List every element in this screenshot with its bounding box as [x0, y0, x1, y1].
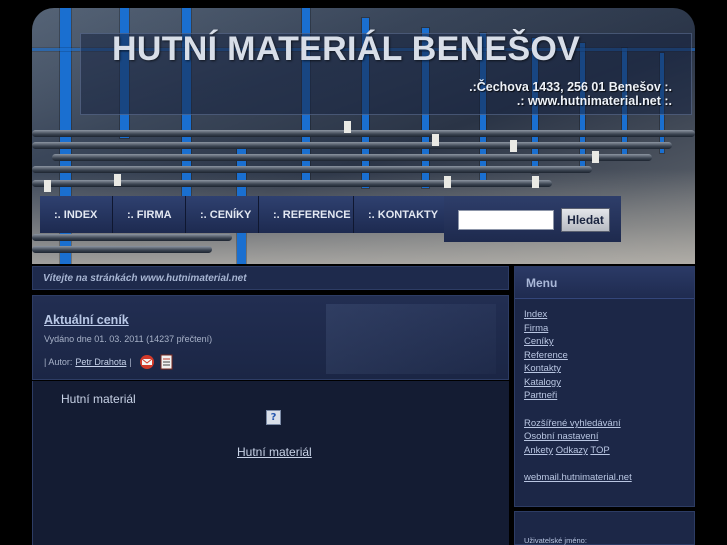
broken-image-icon: ? [266, 410, 281, 425]
steel-pipe [32, 234, 232, 241]
address-line: .:Čechova 1433, 256 01 Benešov :. [469, 80, 672, 94]
send-email-icon[interactable] [139, 354, 154, 370]
sidebar-item-firma[interactable]: Firma [524, 323, 548, 334]
sidebar-item-kontakty[interactable]: Kontakty [524, 363, 561, 374]
search-input[interactable] [458, 210, 554, 230]
sidebar-item-personal-settings[interactable]: Osobní nastavení [524, 431, 598, 442]
nav-item-reference[interactable]: :. REFERENCE [259, 196, 354, 233]
sidebar-menu: Menu Index Firma Ceníky Reference Kontak… [514, 266, 695, 507]
article-author: | Autor: Petr Drahota | [44, 354, 174, 370]
steel-pipe [32, 166, 592, 173]
main-nav: :. INDEX :. FIRMA :. CENÍKY :. REFERENCE… [40, 196, 444, 233]
author-link[interactable]: Petr Drahota [75, 357, 126, 367]
price-tag [344, 121, 351, 133]
price-tag [532, 176, 539, 188]
nav-item-label: :. INDEX [54, 208, 98, 221]
price-tag [444, 176, 451, 188]
price-tag [432, 134, 439, 146]
steel-pipe [32, 180, 552, 187]
website-line: .: www.hutnimaterial.net :. [516, 94, 672, 108]
username-label: Uživatelské jméno: [524, 536, 587, 545]
welcome-bar: Vítejte na stránkách www.hutnimaterial.n… [32, 266, 509, 290]
steel-pipe [32, 246, 212, 253]
article-header: Aktuální ceník Vydáno dne 01. 03. 2011 (… [32, 295, 509, 380]
nav-item-label: :. REFERENCE [273, 208, 351, 221]
nav-item-firma[interactable]: :. FIRMA [113, 196, 186, 233]
author-suffix: | [129, 357, 132, 367]
print-icon[interactable] [160, 354, 174, 370]
price-tag [592, 151, 599, 163]
sidebar-item-reference[interactable]: Reference [524, 350, 568, 361]
nav-item-label: :. FIRMA [127, 208, 172, 221]
sidebar-item-odkazy[interactable]: Odkazy [556, 445, 588, 456]
sidebar-item-katalogy[interactable]: Katalogy [524, 377, 561, 388]
sidebar-inline-links: Ankety Odkazy TOP [524, 445, 610, 456]
search-box: Hledat [444, 196, 621, 242]
sidebar-item-webmail[interactable]: webmail.hutnimaterial.net [524, 472, 632, 483]
steel-pipe [32, 130, 695, 137]
nav-item-kontakty[interactable]: :. KONTAKTY [354, 196, 444, 233]
price-tag [114, 174, 121, 186]
article-body: Hutní materiál ? Hutní materiál [32, 381, 509, 545]
sidebar-item-index[interactable]: Index [524, 309, 547, 320]
article-title[interactable]: Aktuální ceník [44, 313, 129, 327]
search-button[interactable]: Hledat [561, 208, 610, 232]
site-title: HUTNÍ MATERIÁL BENEŠOV [112, 30, 581, 68]
steel-pipe [52, 154, 652, 161]
header-decoration [326, 304, 496, 374]
sidebar-item-top[interactable]: TOP [590, 445, 609, 456]
nav-item-ceniky[interactable]: :. CENÍKY [186, 196, 259, 233]
sidebar-item-advanced-search[interactable]: Rozšířené vyhledávání [524, 418, 621, 429]
nav-item-label: :. KONTAKTY [368, 208, 439, 221]
author-prefix: | Autor: [44, 357, 73, 367]
article-meta: Vydáno dne 01. 03. 2011 (14237 přečtení) [44, 334, 213, 344]
body-heading: Hutní materiál [61, 392, 136, 406]
price-tag [44, 180, 51, 192]
nav-item-index[interactable]: :. INDEX [40, 196, 113, 233]
price-tag [510, 140, 517, 152]
menu-title: Menu [515, 267, 694, 299]
login-panel: Uživatelské jméno: [514, 511, 695, 545]
sidebar-item-partneri[interactable]: Partneři [524, 390, 557, 401]
sidebar-item-ankety[interactable]: Ankety [524, 445, 553, 456]
sidebar-item-ceniky[interactable]: Ceníky [524, 336, 554, 347]
steel-pipe [32, 142, 672, 149]
nav-item-label: :. CENÍKY [200, 208, 252, 221]
body-link[interactable]: Hutní materiál [237, 445, 312, 459]
